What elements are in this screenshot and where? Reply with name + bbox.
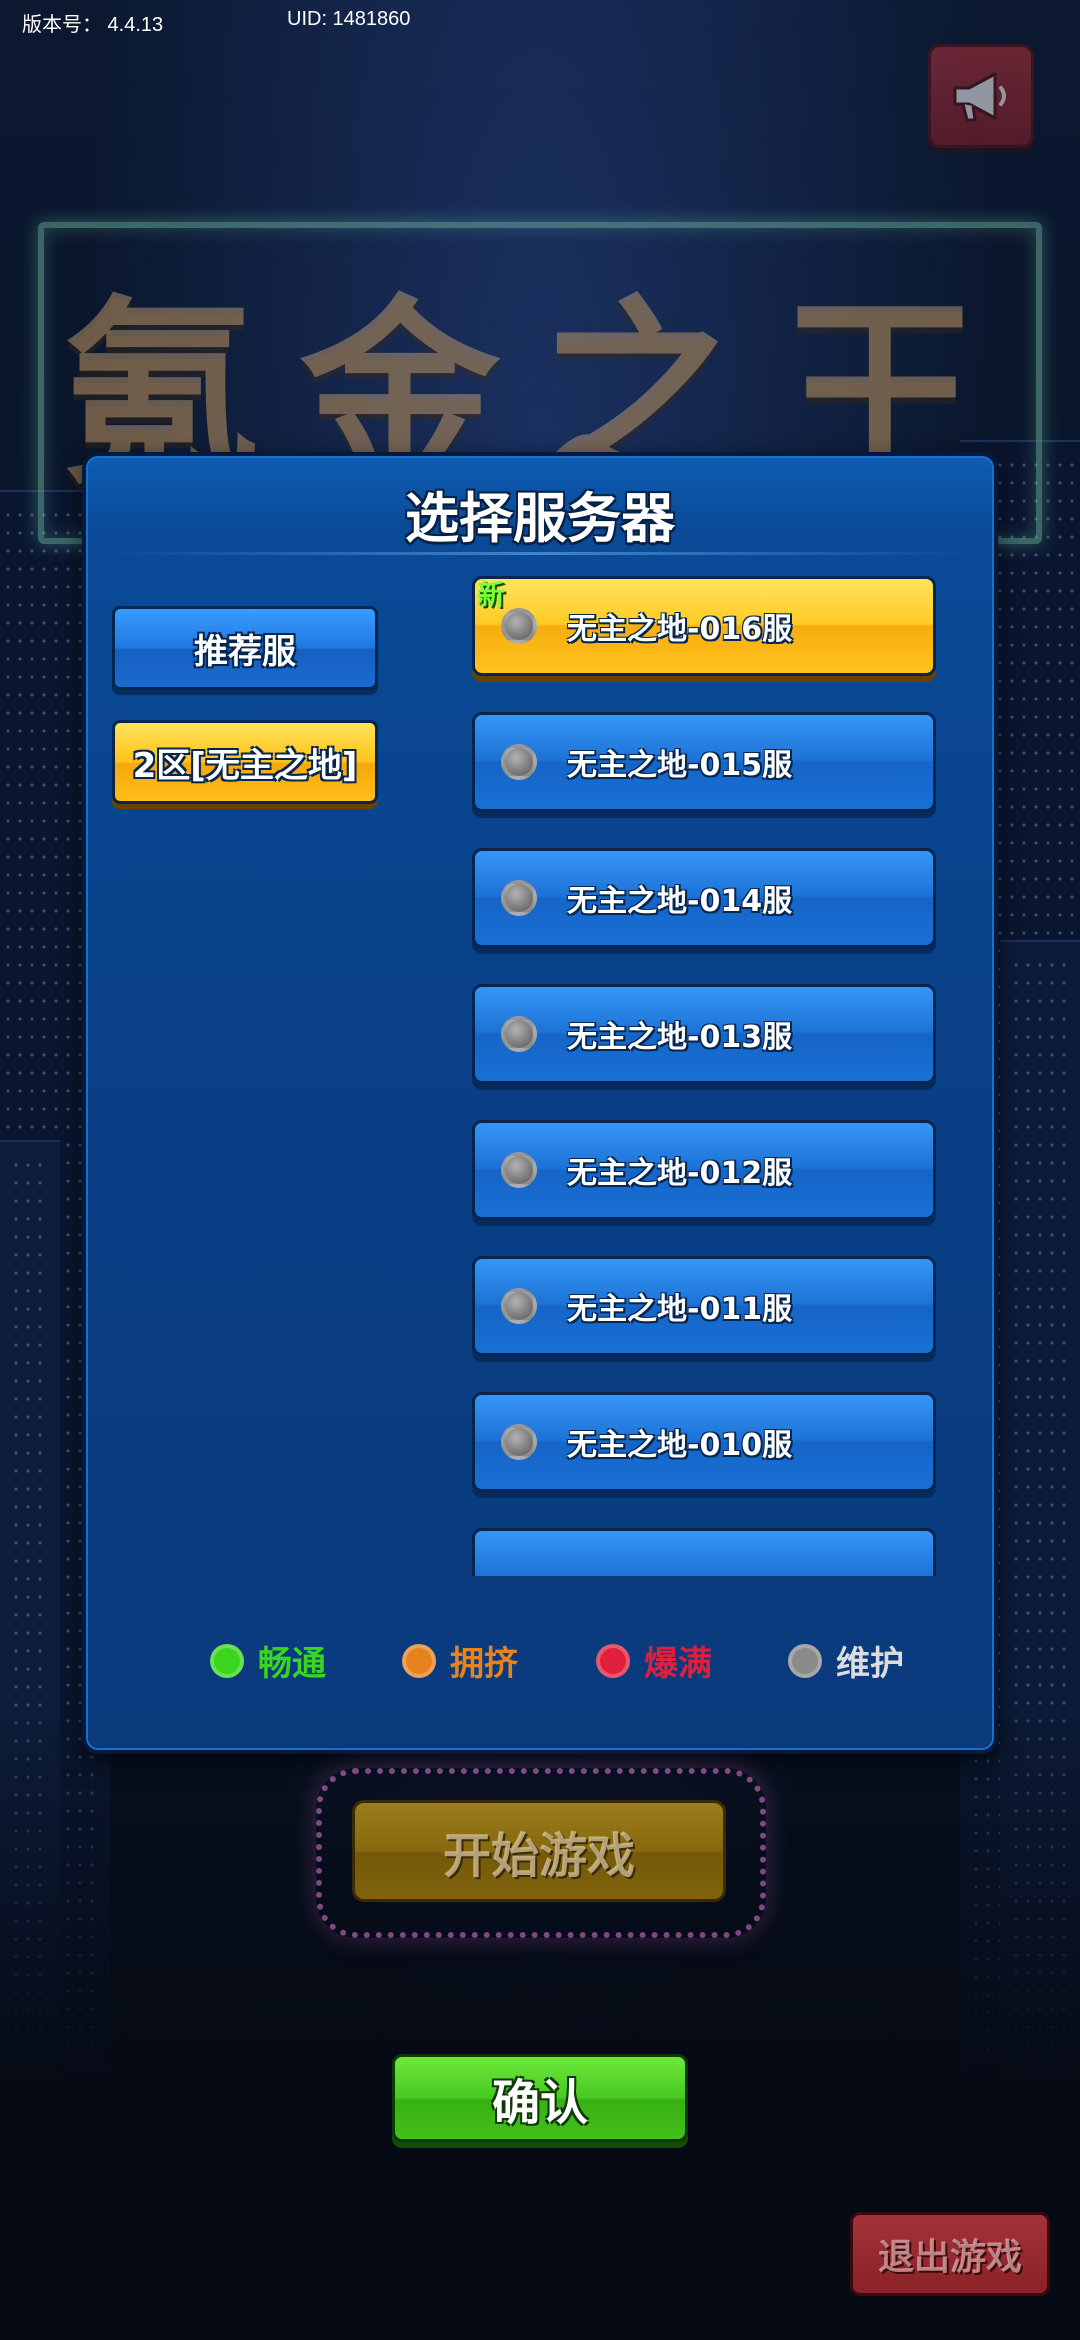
legend-label: 维护 (836, 1644, 904, 1684)
server-item-partial[interactable] (472, 1528, 936, 1576)
uid-text: UID: 1481860 (287, 8, 411, 30)
server-item-015[interactable]: 无主之地-015服 (472, 712, 936, 812)
start-game-label: 开始游戏 (442, 1828, 635, 1884)
grey-dot-icon (788, 1643, 822, 1678)
tab-label: 2区[无主之地] (132, 745, 358, 786)
status-legend: 畅通 拥挤 爆满 维护 (86, 1636, 994, 1696)
legend-item: 维护 (788, 1636, 904, 1685)
server-list[interactable]: 新 无主之地-016服 无主之地-015服 无主之地-014服 无主之地-013… (472, 576, 940, 1576)
title-divider (106, 552, 974, 555)
exit-game-button: 退出游戏 (850, 2212, 1050, 2296)
server-select-dialog: 选择服务器 推荐服 2区[无主之地] 新 无主之地-016服 无主之地-015服… (82, 452, 998, 1754)
status-dot-icon (501, 1016, 537, 1052)
server-item-016[interactable]: 新 无主之地-016服 (472, 576, 936, 676)
dialog-title: 选择服务器 (405, 487, 675, 550)
confirm-label: 确认 (491, 2075, 588, 2131)
green-dot-icon (210, 1643, 244, 1678)
legend-item: 畅通 (210, 1636, 326, 1685)
announcement-button[interactable] (928, 44, 1034, 148)
server-label: 无主之地-016服 (567, 612, 793, 647)
server-label: 无主之地-010服 (567, 1428, 793, 1463)
status-dot-icon (501, 608, 537, 644)
legend-label: 拥挤 (450, 1644, 518, 1684)
version-text: 版本号： 4.4.13 (22, 14, 164, 36)
exit-game-label: 退出游戏 (877, 2237, 1022, 2278)
legend-item: 拥挤 (402, 1636, 518, 1685)
new-badge: 新 (477, 578, 506, 611)
server-item-012[interactable]: 无主之地-012服 (472, 1120, 936, 1220)
status-dot-icon (501, 744, 537, 780)
server-label: 无主之地-012服 (567, 1156, 793, 1191)
tab-recommended[interactable]: 推荐服 (112, 606, 378, 690)
server-label: 无主之地-013服 (567, 1020, 793, 1055)
server-item-013[interactable]: 无主之地-013服 (472, 984, 936, 1084)
server-item-011[interactable]: 无主之地-011服 (472, 1256, 936, 1356)
server-label: 无主之地-014服 (567, 884, 793, 919)
tab-label: 推荐服 (194, 631, 296, 672)
megaphone-icon (953, 72, 1006, 122)
red-dot-icon (596, 1643, 630, 1678)
legend-item: 爆满 (596, 1636, 712, 1685)
orange-dot-icon (402, 1643, 436, 1678)
server-item-010[interactable]: 无主之地-010服 (472, 1392, 936, 1492)
server-label: 无主之地-011服 (567, 1292, 793, 1327)
status-dot-icon (501, 1152, 537, 1188)
confirm-button[interactable]: 确认 (392, 2054, 688, 2142)
server-label: 无主之地-015服 (567, 748, 793, 783)
status-dot-icon (501, 1424, 537, 1460)
start-game-button: 开始游戏 (352, 1800, 726, 1902)
legend-label: 爆满 (644, 1644, 712, 1684)
status-dot-icon (501, 1288, 537, 1324)
tab-zone-2[interactable]: 2区[无主之地] (112, 720, 378, 804)
server-item-014[interactable]: 无主之地-014服 (472, 848, 936, 948)
status-dot-icon (501, 880, 537, 916)
legend-label: 畅通 (258, 1644, 326, 1684)
